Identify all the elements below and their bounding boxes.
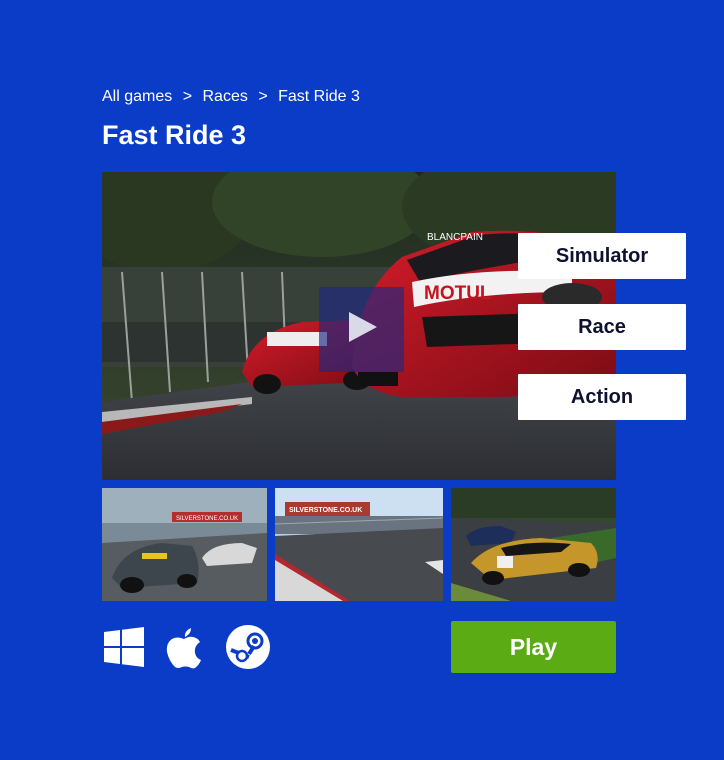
breadcrumb: All games > Races > Fast Ride 3 bbox=[102, 87, 360, 107]
play-button[interactable]: Play bbox=[451, 621, 616, 673]
game-page: All games > Races > Fast Ride 3 Fast Rid… bbox=[0, 0, 724, 760]
screenshot-thumbnail-3[interactable] bbox=[451, 488, 616, 601]
windows-icon bbox=[104, 625, 144, 669]
steam-icon bbox=[225, 625, 271, 669]
video-play-button[interactable] bbox=[319, 287, 404, 372]
svg-text:SILVERSTONE.CO.UK: SILVERSTONE.CO.UK bbox=[176, 516, 238, 522]
breadcrumb-races[interactable]: Races bbox=[203, 88, 248, 105]
breadcrumb-all-games[interactable]: All games bbox=[102, 88, 172, 105]
tag-race[interactable]: Race bbox=[518, 304, 686, 350]
tag-simulator[interactable]: Simulator bbox=[518, 233, 686, 279]
play-icon bbox=[345, 310, 379, 349]
apple-icon bbox=[165, 625, 203, 669]
tag-action[interactable]: Action bbox=[518, 374, 686, 420]
svg-text:SILVERSTONE.CO.UK: SILVERSTONE.CO.UK bbox=[289, 507, 362, 514]
screenshot-thumbnail-1[interactable]: SILVERSTONE.CO.UK bbox=[102, 488, 267, 601]
svg-text:MOTUL: MOTUL bbox=[424, 283, 492, 304]
breadcrumb-current: Fast Ride 3 bbox=[278, 88, 360, 105]
svg-text:BLANCPAIN: BLANCPAIN bbox=[427, 232, 483, 243]
screenshot-thumbnail-2[interactable]: SILVERSTONE.CO.UK bbox=[275, 488, 443, 601]
breadcrumb-separator: > bbox=[258, 88, 268, 105]
breadcrumb-separator: > bbox=[182, 88, 193, 105]
page-title: Fast Ride 3 bbox=[102, 120, 247, 150]
